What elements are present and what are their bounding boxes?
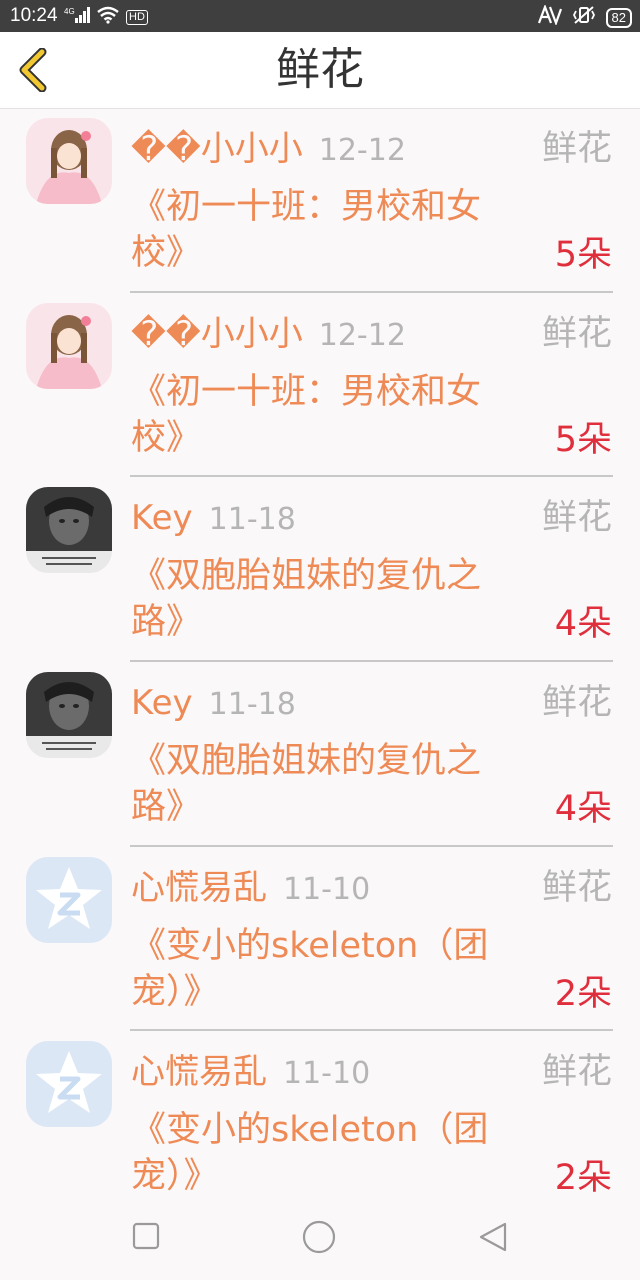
user-name: Key	[131, 498, 193, 539]
user-avatar[interactable]	[26, 856, 112, 943]
book-title[interactable]: 《双胞胎姐妹的复仇之路》	[131, 553, 531, 645]
book-title[interactable]: 《变小的skeleton（团宠）》	[131, 1107, 531, 1199]
user-name: ��小小小	[131, 129, 303, 169]
gift-type-label: 鲜花	[541, 129, 612, 169]
flower-count: 2朵	[554, 1158, 612, 1199]
user-avatar[interactable]	[26, 1041, 112, 1128]
flower-count: 4朵	[554, 604, 612, 645]
gift-type-label: 鲜花	[541, 683, 612, 724]
user-avatar[interactable]	[26, 672, 112, 759]
svg-text:4G: 4G	[64, 7, 75, 16]
circle-icon	[302, 1220, 336, 1258]
wifi-icon	[96, 6, 120, 29]
book-title[interactable]: 《双胞胎姐妹的复仇之路》	[131, 738, 531, 830]
gift-date: 11-18	[208, 502, 296, 538]
gift-type-label: 鲜花	[541, 1052, 612, 1093]
square-icon	[132, 1222, 160, 1254]
user-name: ��小小小	[131, 313, 303, 354]
home-button[interactable]	[302, 1220, 336, 1258]
signal-icon: 4G	[64, 6, 90, 29]
status-bar: 10:24 4G HD 82	[0, 0, 640, 32]
book-title[interactable]: 《初一十班：男校和女校》	[131, 184, 531, 276]
list-item[interactable]: ��小小小 12-12 鲜花 《初一十班：男校和女校》 5朵	[0, 108, 640, 293]
flower-count: 5朵	[554, 419, 612, 460]
gift-type-label: 鲜花	[541, 498, 612, 539]
back-nav-button[interactable]	[478, 1222, 508, 1256]
gift-date: 11-18	[208, 687, 296, 723]
gift-date: 12-12	[318, 317, 406, 353]
gift-type-label: 鲜花	[541, 867, 612, 908]
user-avatar[interactable]	[26, 302, 112, 389]
gift-date: 11-10	[283, 1056, 371, 1092]
user-avatar[interactable]	[26, 118, 112, 204]
battery-indicator: 82	[605, 7, 632, 28]
list-item[interactable]: Key 11-18 鲜花 《双胞胎姐妹的复仇之路》 4朵	[0, 477, 640, 663]
flower-count: 5朵	[554, 235, 612, 275]
list-item[interactable]: 心慌易乱 11-10 鲜花 《变小的skeleton（团宠）》 2朵	[0, 847, 640, 1032]
list-item[interactable]: Key 11-18 鲜花 《双胞胎姐妹的复仇之路》 4朵	[0, 662, 640, 847]
user-name: Key	[131, 683, 193, 724]
flower-gift-list: ��小小小 12-12 鲜花 《初一十班：男校和女校》 5朵 ��小小小 12-12…	[0, 108, 640, 1216]
gift-date: 12-12	[318, 133, 406, 168]
user-name: 心慌易乱	[131, 867, 267, 908]
gift-type-label: 鲜花	[541, 313, 612, 354]
book-title[interactable]: 《变小的skeleton（团宠）》	[131, 923, 531, 1015]
gift-date: 11-10	[283, 871, 371, 907]
page-title: 鲜花	[276, 44, 364, 95]
app-header: 鲜花	[0, 32, 640, 109]
nfc-icon	[536, 3, 562, 30]
vibrate-icon	[572, 5, 596, 30]
flower-count: 4朵	[554, 789, 612, 830]
user-avatar[interactable]	[26, 487, 112, 574]
hd-icon: HD	[126, 10, 148, 25]
list-item[interactable]: 心慌易乱 11-10 鲜花 《变小的skeleton（团宠）》 2朵	[0, 1031, 640, 1216]
status-time: 10:24	[10, 5, 58, 26]
system-nav-bar	[0, 1196, 640, 1280]
flower-count: 2朵	[554, 973, 612, 1014]
triangle-back-icon	[478, 1222, 508, 1256]
book-title[interactable]: 《初一十班：男校和女校》	[131, 369, 531, 461]
user-name: 心慌易乱	[131, 1052, 267, 1093]
list-item[interactable]: ��小小小 12-12 鲜花 《初一十班：男校和女校》 5朵	[0, 293, 640, 478]
recent-apps-button[interactable]	[132, 1222, 160, 1254]
